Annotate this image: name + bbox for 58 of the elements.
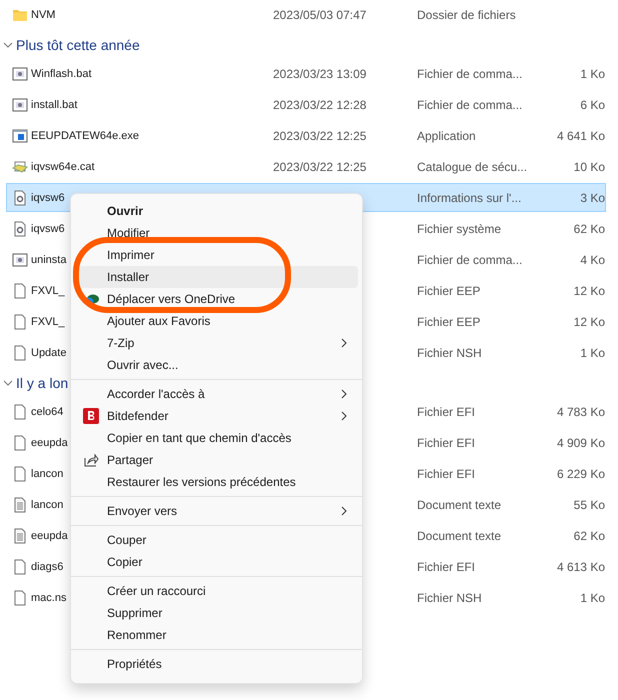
- modified-date: 2023/03/23 13:09: [273, 66, 366, 80]
- file-name: iqvsw64e.cat: [31, 160, 95, 172]
- file-name: uninsta: [31, 254, 66, 266]
- file-type: Document texte: [417, 528, 502, 542]
- file-name: FXVL_: [31, 284, 65, 296]
- file-size: 1 Ko: [580, 66, 605, 80]
- modified-date: 2023/03/22 12:28: [273, 98, 366, 112]
- file-name: Update: [31, 346, 66, 358]
- file-name: eeupda: [31, 530, 68, 542]
- file-size: 4 Ko: [580, 252, 605, 266]
- file-name: mac.ns: [31, 592, 66, 604]
- file-size: 1 Ko: [580, 346, 605, 360]
- file-name: iqvsw6: [31, 192, 65, 204]
- file-type: Informations sur l'...: [417, 190, 522, 204]
- file-name: celo64: [31, 406, 64, 418]
- modified-date: 2023/03/22 12:25: [273, 128, 366, 142]
- file-name: NVM: [31, 8, 56, 20]
- file-name: lancon: [31, 498, 64, 510]
- file-type: Fichier EEP: [417, 314, 480, 328]
- file-size: 62 Ko: [574, 528, 605, 542]
- file-type: Fichier EFI: [417, 560, 476, 574]
- modified-date: 2023/05/03 07:47: [273, 8, 366, 22]
- file-size: 12 Ko: [574, 314, 605, 328]
- file-type: Fichier EFI: [417, 404, 476, 418]
- file-type: Fichier NSH: [417, 590, 482, 604]
- file-type: Dossier de fichiers: [417, 8, 516, 22]
- file-size: 6 Ko: [580, 98, 605, 112]
- file-name: FXVL_: [31, 316, 65, 328]
- file-size: 4 641 Ko: [556, 128, 605, 142]
- file-type: Fichier de comma...: [417, 252, 522, 266]
- file-type: Fichier EFI: [417, 466, 476, 480]
- file-type: Application: [417, 128, 476, 142]
- file-name: Winflash.bat: [31, 68, 92, 80]
- file-size: 62 Ko: [574, 222, 605, 236]
- modified-date: 2023/03/22 12:25: [273, 160, 366, 174]
- file-size: 3 Ko: [580, 190, 605, 204]
- file-size: 12 Ko: [574, 284, 605, 298]
- file-name: eeupda: [31, 436, 68, 448]
- file-size: 4 909 Ko: [556, 436, 605, 450]
- file-name: lancon: [31, 468, 64, 480]
- file-size: 4 783 Ko: [556, 404, 605, 418]
- file-name: iqvsw6: [31, 222, 65, 234]
- file-type: Catalogue de sécu...: [417, 160, 528, 174]
- file-type: Fichier de comma...: [417, 66, 522, 80]
- file-size: 55 Ko: [574, 498, 605, 512]
- file-type: Fichier de comma...: [417, 98, 522, 112]
- file-type: Fichier système: [417, 222, 502, 236]
- file-name: diags6: [31, 560, 64, 572]
- file-size: 1 Ko: [580, 590, 605, 604]
- file-size: 6 229 Ko: [556, 466, 605, 480]
- file-size: 4 613 Ko: [556, 560, 605, 574]
- file-name: install.bat: [31, 98, 78, 110]
- file-name: EEUPDATEW64e.exe: [31, 130, 140, 142]
- file-type: Fichier EFI: [417, 436, 476, 450]
- file-type: Fichier EEP: [417, 284, 480, 298]
- file-size: 10 Ko: [574, 160, 605, 174]
- file-type: Document texte: [417, 498, 502, 512]
- file-type: Fichier NSH: [417, 346, 482, 360]
